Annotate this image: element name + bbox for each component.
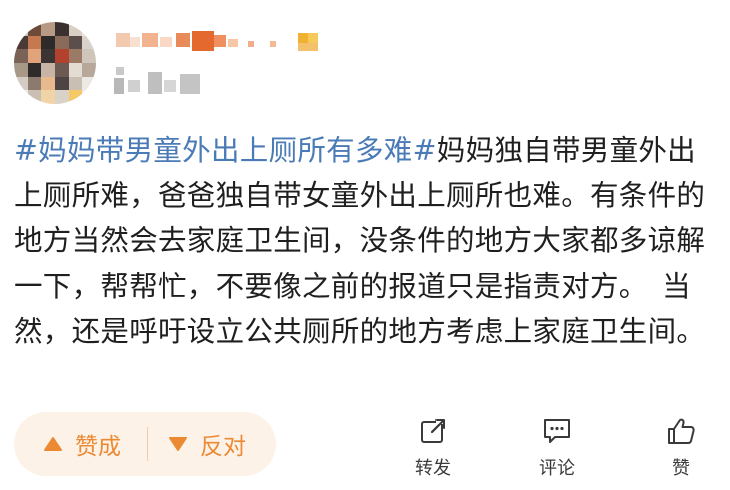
vote-down-label: 反对	[200, 434, 246, 460]
comment-icon	[522, 416, 592, 448]
like-button[interactable]: 赞	[646, 416, 716, 480]
repost-button[interactable]: 转发	[398, 416, 468, 480]
like-label: 赞	[672, 458, 690, 479]
vote-bar: 赞成 反对	[14, 412, 276, 476]
share-icon	[398, 416, 468, 448]
comment-button[interactable]: 评论	[522, 416, 592, 480]
hashtag-link[interactable]: #妈妈带男童外出上厕所有多难#	[14, 134, 437, 167]
thumbs-up-icon	[646, 416, 716, 448]
vote-up-button[interactable]: 赞成	[14, 412, 147, 476]
comment-label: 评论	[539, 458, 575, 479]
post-header	[0, 0, 730, 120]
avatar[interactable]	[14, 22, 96, 104]
vote-up-label: 赞成	[75, 434, 121, 460]
vote-down-button[interactable]: 反对	[148, 412, 246, 476]
repost-label: 转发	[415, 458, 451, 479]
triangle-up-icon	[44, 437, 62, 451]
post-text: #妈妈带男童外出上厕所有多难#妈妈独自带男童外出上厕所难，爸爸独自带女童外出上厕…	[14, 128, 714, 354]
triangle-down-icon	[169, 437, 187, 451]
